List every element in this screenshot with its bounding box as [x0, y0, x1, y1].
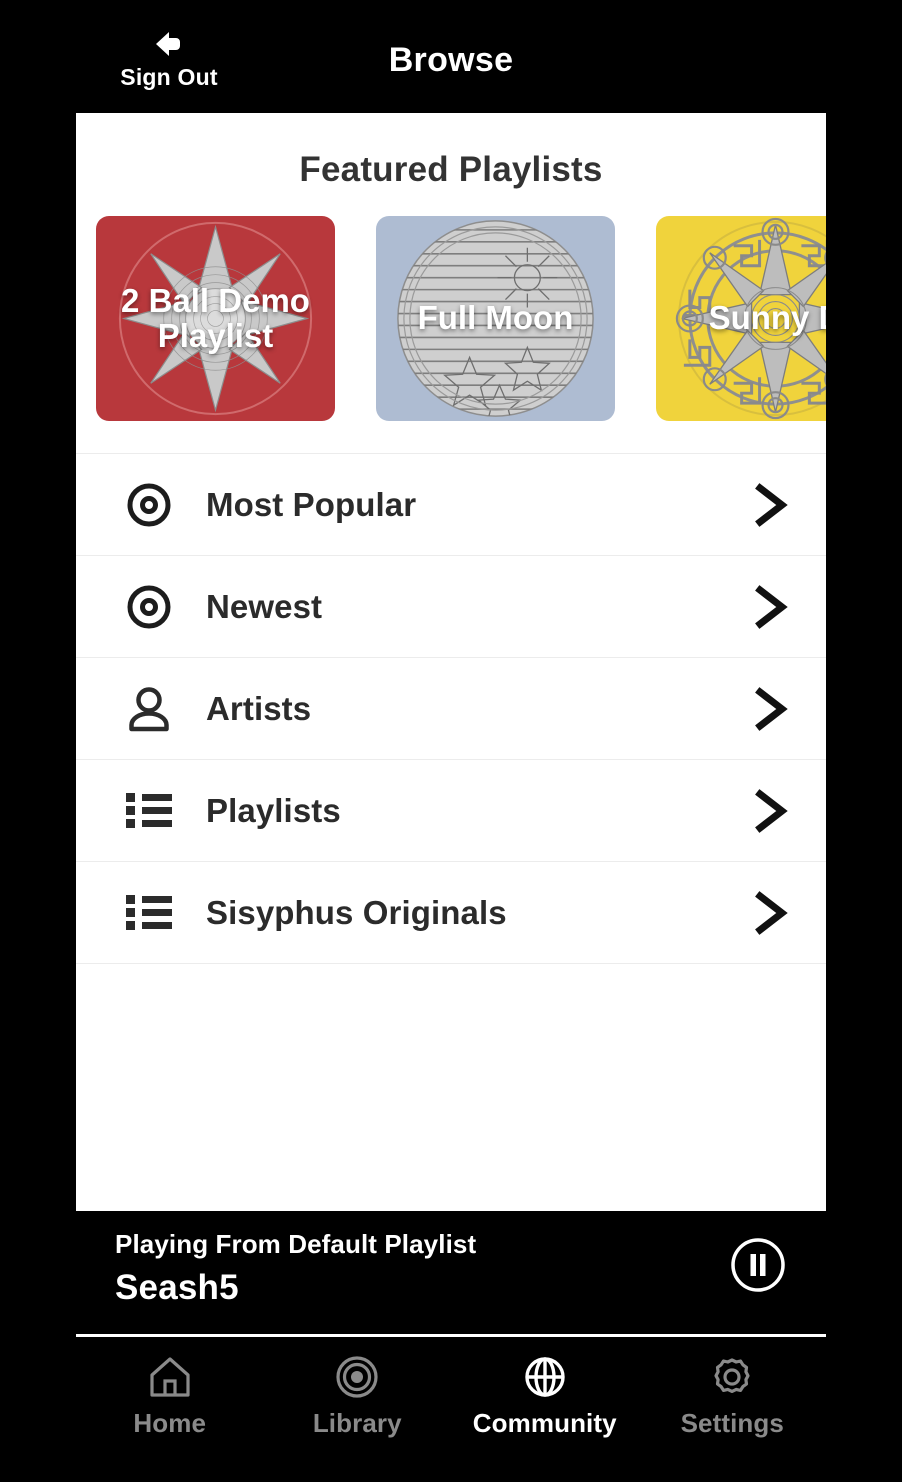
target-icon — [335, 1355, 379, 1399]
playlist-card[interactable]: Full Moon — [376, 216, 615, 421]
list-icon — [114, 791, 184, 831]
page-title: Browse — [388, 41, 514, 79]
home-icon — [147, 1355, 193, 1399]
top-bar: Sign Out Browse — [0, 0, 902, 113]
chevron-right-icon[interactable] — [752, 584, 790, 629]
menu-row-sisyphus-originals[interactable]: Sisyphus Originals — [76, 862, 826, 964]
playlist-card[interactable]: Sunny D — [656, 216, 826, 421]
tab-label: Library — [312, 1408, 402, 1438]
disc-icon — [114, 482, 184, 528]
menu-row-playlists[interactable]: Playlists — [76, 760, 826, 862]
menu-row-label: Newest — [206, 587, 323, 625]
content-panel: Featured Playlists 2 Ball Demo Playlist … — [76, 113, 826, 1211]
menu-row-most-popular[interactable]: Most Popular — [76, 454, 826, 556]
featured-playlists-carousel[interactable]: 2 Ball Demo Playlist Full Moon Sunny — [76, 216, 826, 424]
tab-settings[interactable]: Settings — [639, 1343, 827, 1439]
tab-community[interactable]: Community — [451, 1343, 639, 1439]
tab-bar-divider — [76, 1334, 826, 1337]
chevron-right-icon[interactable] — [752, 890, 790, 935]
tab-label: Home — [133, 1408, 207, 1438]
person-icon — [114, 686, 184, 732]
tab-library[interactable]: Library — [264, 1343, 452, 1439]
now-playing-text: Playing From Default Playlist Seash5 — [115, 1229, 476, 1308]
pause-button[interactable] — [730, 1237, 786, 1293]
playlist-card[interactable]: 2 Ball Demo Playlist — [96, 216, 335, 421]
playlist-card-title: 2 Ball Demo Playlist — [121, 281, 310, 354]
tab-bar: Home Library Community Settings — [76, 1343, 826, 1453]
chevron-right-icon[interactable] — [752, 686, 790, 731]
chevron-right-icon[interactable] — [752, 482, 790, 527]
globe-icon — [523, 1355, 567, 1399]
disc-icon — [114, 584, 184, 630]
tab-label: Settings — [680, 1408, 784, 1438]
chevron-right-icon[interactable] — [752, 788, 790, 833]
now-playing-source: Playing From Default Playlist — [115, 1229, 477, 1259]
now-playing-bar[interactable]: Playing From Default Playlist Seash5 — [0, 1211, 902, 1331]
list-icon — [114, 893, 184, 933]
menu-row-label: Artists — [206, 689, 312, 727]
app-screen: Sign Out Browse Featured Playlists 2 Bal… — [0, 0, 902, 1482]
menu-row-label: Playlists — [206, 791, 341, 829]
menu-row-label: Sisyphus Originals — [206, 893, 507, 931]
menu-row-newest[interactable]: Newest — [76, 556, 826, 658]
gear-icon — [710, 1355, 754, 1399]
featured-playlists-heading: Featured Playlists — [299, 150, 603, 189]
tab-label: Community — [472, 1408, 617, 1438]
playlist-card-title: Sunny D — [708, 299, 826, 337]
tab-home[interactable]: Home — [76, 1343, 264, 1439]
now-playing-track: Seash5 — [115, 1268, 239, 1307]
menu-row-label: Most Popular — [206, 485, 417, 523]
menu-row-artists[interactable]: Artists — [76, 658, 826, 760]
playlist-card-title: Full Moon — [417, 299, 574, 337]
browse-menu: Most Popular Newest Artists Playlists Si… — [76, 454, 826, 964]
